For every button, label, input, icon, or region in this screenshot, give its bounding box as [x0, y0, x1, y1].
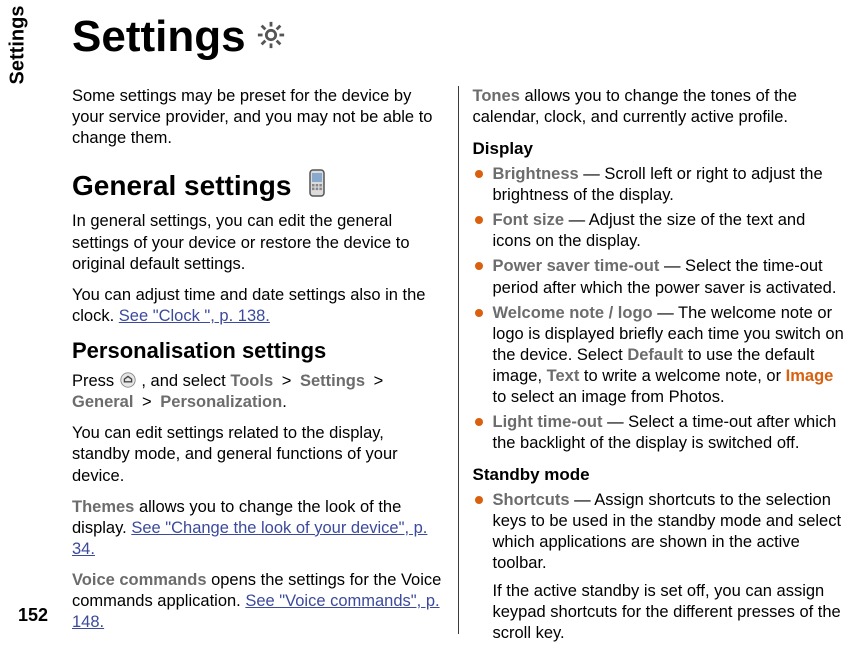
content-columns: Some settings may be preset for the devi…: [72, 86, 848, 634]
general-p2: You can adjust time and date settings al…: [72, 285, 444, 327]
opt-font-size: Font size: [493, 211, 565, 229]
opt-image: Image: [786, 367, 834, 385]
general-heading-row: General settings: [72, 167, 444, 205]
list-item: Brightness — Scroll left or right to adj…: [473, 164, 845, 206]
path-tools: Tools: [230, 372, 273, 390]
list-item: Welcome note / logo — The welcome note o…: [473, 303, 845, 409]
gear-icon: [256, 20, 286, 55]
path-personalization: Personalization: [160, 393, 282, 411]
list-item: Font size — Adjust the size of the text …: [473, 210, 845, 252]
opt-brightness: Brightness: [493, 165, 579, 183]
general-heading: General settings: [72, 168, 291, 204]
phone-icon: [301, 167, 333, 205]
side-tab: Settings: [0, 0, 36, 90]
home-key-icon: [119, 372, 142, 390]
standby-note: If the active standby is set off, you ca…: [473, 581, 845, 644]
voice-label: Voice commands: [72, 571, 207, 589]
opt-shortcuts: Shortcuts: [493, 491, 570, 509]
path-sep: >: [365, 372, 387, 390]
opt-welcome: Welcome note / logo: [493, 304, 653, 322]
opt-text-d: to select an image from Photos.: [493, 388, 725, 406]
voice-para: Voice commands opens the settings for th…: [72, 570, 444, 633]
general-p1: In general settings, you can edit the ge…: [72, 211, 444, 274]
and-select-text: , and select: [141, 372, 230, 390]
display-list: Brightness — Scroll left or right to adj…: [473, 164, 845, 454]
path-settings: Settings: [300, 372, 365, 390]
tones-text: allows you to change the tones of the ca…: [473, 87, 797, 126]
opt-default: Default: [627, 346, 683, 364]
list-item: Light time-out — Select a time-out after…: [473, 412, 845, 454]
nav-path: Press , and select Tools > Settings > Ge…: [72, 371, 444, 413]
title-row: Settings: [72, 12, 286, 62]
opt-power-saver: Power saver time-out: [493, 257, 660, 275]
standby-heading: Standby mode: [473, 464, 845, 486]
themes-para: Themes allows you to change the look of …: [72, 497, 444, 560]
opt-light-timeout: Light time-out: [493, 413, 603, 431]
intro-text: Some settings may be preset for the devi…: [72, 86, 444, 149]
press-text: Press: [72, 372, 119, 390]
path-period: .: [282, 393, 287, 411]
standby-list: Shortcuts — Assign shortcuts to the sele…: [473, 490, 845, 574]
pers-p2: You can edit settings related to the dis…: [72, 423, 444, 486]
personalisation-heading: Personalisation settings: [72, 337, 444, 365]
opt-text-c: to write a welcome note, or: [579, 367, 785, 385]
list-item: Shortcuts — Assign shortcuts to the sele…: [473, 490, 845, 574]
display-heading: Display: [473, 138, 845, 160]
opt-text-opt: Text: [547, 367, 580, 385]
path-sep: >: [133, 393, 160, 411]
list-item: Power saver time-out — Select the time-o…: [473, 256, 845, 298]
page-title: Settings: [72, 12, 246, 62]
clock-link[interactable]: See "Clock ", p. 138.: [119, 307, 270, 325]
path-sep: >: [273, 372, 300, 390]
path-general: General: [72, 393, 133, 411]
left-column: Some settings may be preset for the devi…: [72, 86, 459, 634]
right-column: Tones allows you to change the tones of …: [459, 86, 849, 634]
tones-para: Tones allows you to change the tones of …: [473, 86, 845, 128]
page-number: 152: [18, 605, 48, 626]
themes-label: Themes: [72, 498, 134, 516]
side-tab-label: Settings: [7, 6, 30, 85]
tones-label: Tones: [473, 87, 520, 105]
page: Settings 152 Settings Some settings may …: [0, 0, 860, 650]
